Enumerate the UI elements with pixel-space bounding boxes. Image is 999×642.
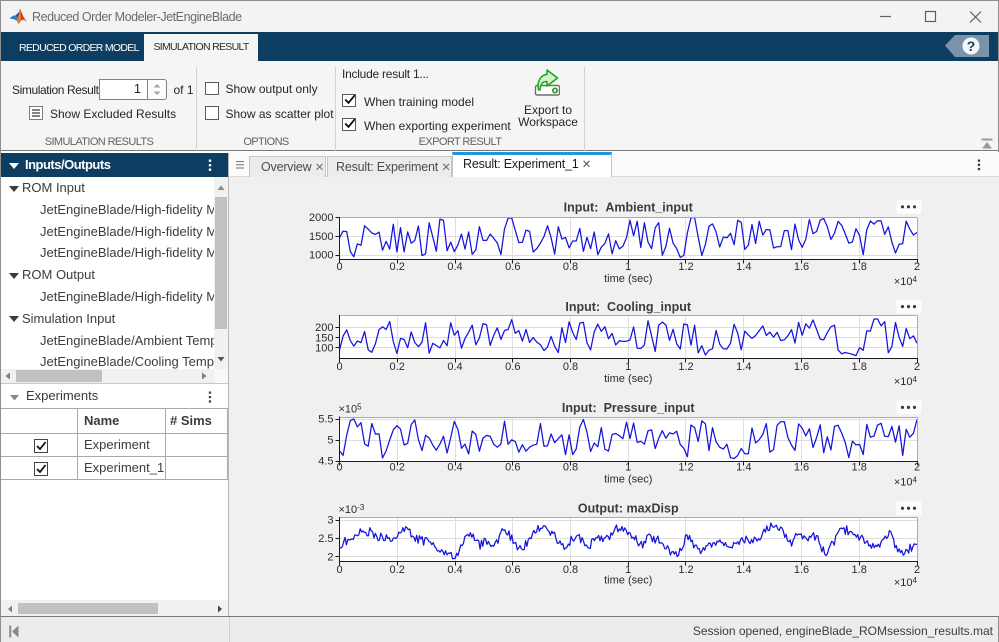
svg-text:time (sec): time (sec) bbox=[604, 473, 652, 485]
svg-text:1.4: 1.4 bbox=[736, 361, 751, 373]
svg-text:200: 200 bbox=[315, 322, 333, 334]
svg-text:0.6: 0.6 bbox=[505, 564, 520, 576]
svg-text:?: ? bbox=[967, 38, 976, 54]
svg-text:2: 2 bbox=[327, 551, 333, 563]
svg-text:Input: Pressure_input: Input: Pressure_input bbox=[562, 401, 695, 415]
svg-text:0.8: 0.8 bbox=[563, 564, 578, 576]
svg-text:2: 2 bbox=[914, 564, 920, 576]
svg-text:1.2: 1.2 bbox=[678, 261, 693, 273]
svg-text:1.4: 1.4 bbox=[736, 261, 751, 273]
svg-text:2000: 2000 bbox=[309, 212, 333, 224]
svg-text:1: 1 bbox=[625, 261, 631, 273]
svg-text:1.2: 1.2 bbox=[678, 462, 693, 474]
svg-text:0.8: 0.8 bbox=[563, 261, 578, 273]
svg-text:1.6: 1.6 bbox=[794, 462, 809, 474]
svg-text:Output: maxDisp: Output: maxDisp bbox=[578, 502, 679, 516]
svg-text:0.8: 0.8 bbox=[563, 361, 578, 373]
svg-text:0.4: 0.4 bbox=[447, 564, 462, 576]
svg-text:0.4: 0.4 bbox=[447, 462, 462, 474]
svg-text:Input: Cooling_input: Input: Cooling_input bbox=[565, 300, 691, 314]
svg-text:0: 0 bbox=[336, 361, 342, 373]
svg-text:1.2: 1.2 bbox=[678, 564, 693, 576]
svg-text:0.2: 0.2 bbox=[390, 564, 405, 576]
svg-text:1.4: 1.4 bbox=[736, 462, 751, 474]
svg-text:1500: 1500 bbox=[309, 231, 333, 243]
svg-text:5.5: 5.5 bbox=[318, 414, 333, 426]
svg-text:0.6: 0.6 bbox=[505, 462, 520, 474]
svg-text:1.6: 1.6 bbox=[794, 361, 809, 373]
svg-text:2.5: 2.5 bbox=[318, 533, 333, 545]
svg-text:0.4: 0.4 bbox=[447, 261, 462, 273]
svg-text:0.4: 0.4 bbox=[447, 361, 462, 373]
svg-text:0.8: 0.8 bbox=[563, 462, 578, 474]
svg-text:2: 2 bbox=[914, 462, 920, 474]
svg-text:0: 0 bbox=[336, 564, 342, 576]
svg-text:1.8: 1.8 bbox=[852, 462, 867, 474]
svg-text:1: 1 bbox=[625, 361, 631, 373]
svg-text:3: 3 bbox=[327, 515, 333, 527]
svg-text:1000: 1000 bbox=[309, 250, 333, 262]
svg-text:1.6: 1.6 bbox=[794, 564, 809, 576]
svg-text:1.6: 1.6 bbox=[794, 261, 809, 273]
svg-text:5: 5 bbox=[327, 435, 333, 447]
svg-text:0.2: 0.2 bbox=[390, 261, 405, 273]
svg-text:0.6: 0.6 bbox=[505, 361, 520, 373]
svg-text:0: 0 bbox=[336, 261, 342, 273]
svg-text:0.2: 0.2 bbox=[390, 361, 405, 373]
svg-text:1.8: 1.8 bbox=[852, 261, 867, 273]
svg-text:2: 2 bbox=[914, 261, 920, 273]
svg-text:1.2: 1.2 bbox=[678, 361, 693, 373]
svg-text:time (sec): time (sec) bbox=[604, 273, 652, 285]
svg-text:1.4: 1.4 bbox=[736, 564, 751, 576]
svg-text:0.6: 0.6 bbox=[505, 261, 520, 273]
svg-text:1.8: 1.8 bbox=[852, 564, 867, 576]
svg-text:4.5: 4.5 bbox=[318, 456, 333, 468]
svg-text:2: 2 bbox=[914, 361, 920, 373]
svg-text:1.8: 1.8 bbox=[852, 361, 867, 373]
svg-text:time (sec): time (sec) bbox=[604, 574, 652, 586]
svg-text:0.2: 0.2 bbox=[390, 462, 405, 474]
svg-text:time (sec): time (sec) bbox=[604, 373, 652, 385]
svg-text:0: 0 bbox=[336, 462, 342, 474]
svg-text:1: 1 bbox=[625, 462, 631, 474]
svg-text:Input: Ambient_input: Input: Ambient_input bbox=[564, 200, 694, 214]
